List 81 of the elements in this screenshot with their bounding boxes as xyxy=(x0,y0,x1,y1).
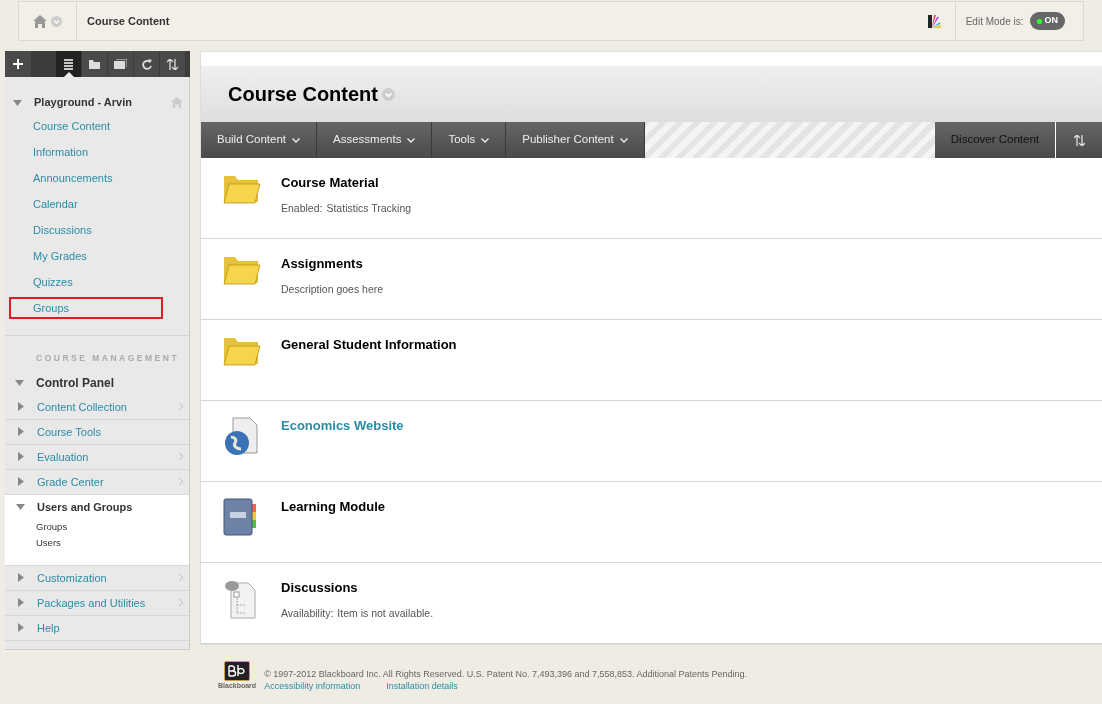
course-management-heading: COURSE MANAGEMENT xyxy=(35,352,181,365)
dropdown-circle-icon[interactable] xyxy=(382,87,395,101)
collapsed-triangle-icon[interactable] xyxy=(16,573,25,583)
action-bar-menu[interactable]: Tools xyxy=(432,122,507,158)
control-panel-link[interactable]: Grade Center xyxy=(37,473,104,490)
discussion-document-icon xyxy=(223,579,259,619)
content-item-title: Course Material xyxy=(281,174,380,192)
chevron-down-icon xyxy=(619,137,628,143)
detail-label: Availability: xyxy=(281,606,334,621)
copyright-text: © 1997-2012 Blackboard Inc. All Rights Reserved. U.S. Patent No. 7,493,396 and 7,558,853. Additional Patents Pending. xyxy=(264,667,748,680)
folder-icon xyxy=(223,174,261,204)
home-icon[interactable] xyxy=(33,14,47,28)
course-title: Playground - Arvin xyxy=(34,94,132,110)
course-menu-link[interactable]: Course Content xyxy=(9,115,163,137)
course-menu-link[interactable]: Announcements xyxy=(9,167,163,189)
action-bar-menu[interactable]: Assessments xyxy=(317,122,433,158)
content-item-title: General Student Information xyxy=(281,336,457,354)
item-description: Statistics Tracking xyxy=(326,201,412,216)
edit-mode-toggle[interactable]: ON xyxy=(1029,12,1065,30)
toolbar-button[interactable] xyxy=(5,51,31,77)
action-bar-menu[interactable]: Build Content xyxy=(201,122,318,158)
dropdown-circle-icon[interactable] xyxy=(51,15,62,27)
folder-icon xyxy=(89,59,100,69)
control-panel-title: Control Panel xyxy=(36,374,114,392)
course-menu-link[interactable]: Information xyxy=(9,141,163,163)
submenu-link[interactable]: Groups xyxy=(5,518,189,535)
content-item-title: Assignments xyxy=(281,255,364,273)
folder-icon xyxy=(223,336,261,366)
content-item-title: Learning Module xyxy=(281,498,385,516)
refresh-icon xyxy=(141,58,152,70)
content-item-title[interactable]: Economics Website xyxy=(281,417,404,435)
action-bar-menu[interactable]: Publisher Content xyxy=(506,122,645,158)
toolbar-button[interactable] xyxy=(82,51,107,77)
control-panel-link[interactable]: Help xyxy=(37,619,60,636)
discover-content-button[interactable]: Discover Content xyxy=(934,122,1056,158)
course-menu-link[interactable]: My Grades xyxy=(9,245,163,267)
window-icon xyxy=(114,59,127,69)
list-icon xyxy=(64,58,73,70)
color-palette-icon[interactable] xyxy=(927,14,941,28)
course-menu-link[interactable]: Discussions xyxy=(9,219,163,241)
footer-link[interactable]: Accessibility information xyxy=(264,679,361,692)
control-panel-link[interactable]: Users and Groups xyxy=(37,498,133,515)
item-description: Description goes here xyxy=(281,282,384,297)
collapsed-triangle-icon[interactable] xyxy=(16,477,25,487)
folder-icon xyxy=(223,255,261,285)
toolbar-button[interactable] xyxy=(108,51,133,77)
chevron-down-icon xyxy=(481,137,490,143)
control-panel-link[interactable]: Customization xyxy=(37,569,107,586)
footer-link[interactable]: Installation details xyxy=(386,679,458,692)
detail-label: Enabled: xyxy=(281,201,323,216)
control-panel-link[interactable]: Course Tools xyxy=(37,423,101,440)
sort-arrows-icon xyxy=(167,58,178,70)
chevron-down-icon xyxy=(407,137,416,143)
collapsed-triangle-icon[interactable] xyxy=(16,452,25,462)
course-menu-link[interactable]: Calendar xyxy=(9,193,163,215)
reorder-button[interactable] xyxy=(1056,122,1102,158)
course-menu-link[interactable]: Quizzes xyxy=(9,271,163,293)
sort-arrows-icon xyxy=(1073,134,1085,146)
control-panel-link[interactable]: Evaluation xyxy=(37,448,89,465)
control-panel-link[interactable]: Content Collection xyxy=(37,398,127,415)
collapsed-triangle-icon[interactable] xyxy=(16,623,25,633)
item-description: Item is not available. xyxy=(337,606,434,621)
submenu-link[interactable]: Users xyxy=(5,534,189,551)
control-panel-link[interactable]: Packages and Utilities xyxy=(37,594,146,611)
chevron-down-icon xyxy=(292,137,301,143)
expanded-triangle-icon[interactable] xyxy=(13,97,22,107)
toolbar-button[interactable] xyxy=(134,51,159,77)
notebook-icon xyxy=(223,498,257,536)
expanded-triangle-icon[interactable] xyxy=(15,378,24,388)
toolbar-button[interactable] xyxy=(160,51,185,77)
edit-mode-label: Edit Mode is: xyxy=(965,14,1024,29)
collapsed-triangle-icon[interactable] xyxy=(16,598,25,608)
plus-icon xyxy=(13,59,23,69)
breadcrumb-title: Course Content xyxy=(87,13,170,29)
content-item-title: Discussions xyxy=(281,579,359,597)
collapsed-triangle-icon[interactable] xyxy=(16,402,25,412)
collapsed-triangle-icon[interactable] xyxy=(16,427,25,437)
course-menu-link[interactable]: Groups xyxy=(9,297,163,319)
page-title: Course Content xyxy=(228,82,378,107)
toolbar-button[interactable] xyxy=(56,51,81,77)
expanded-triangle-icon[interactable] xyxy=(16,502,25,512)
